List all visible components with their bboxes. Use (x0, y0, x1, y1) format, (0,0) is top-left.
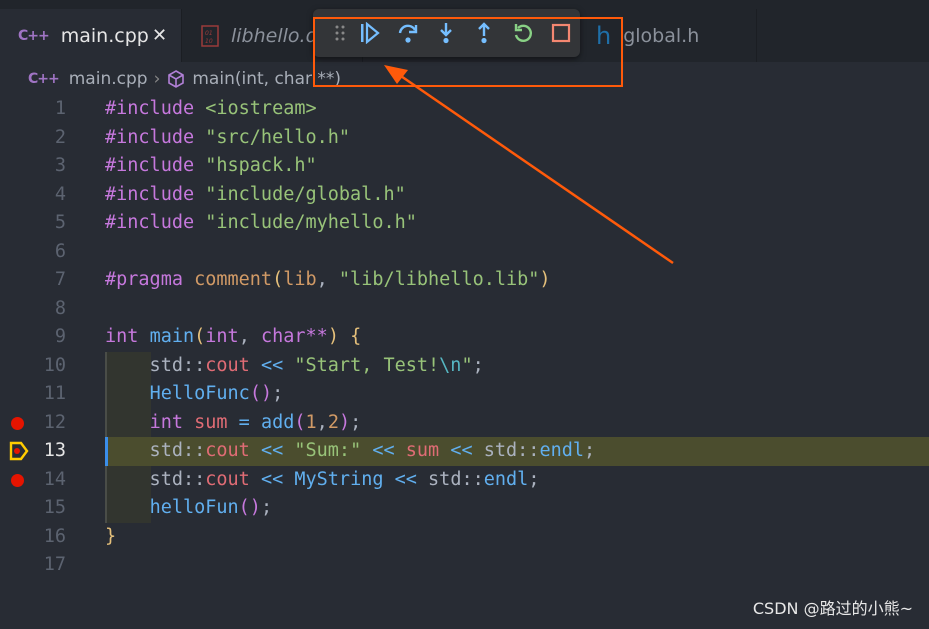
watermark: CSDN @路过的小熊~ (752, 599, 913, 618)
annotation-arrow (384, 65, 674, 265)
